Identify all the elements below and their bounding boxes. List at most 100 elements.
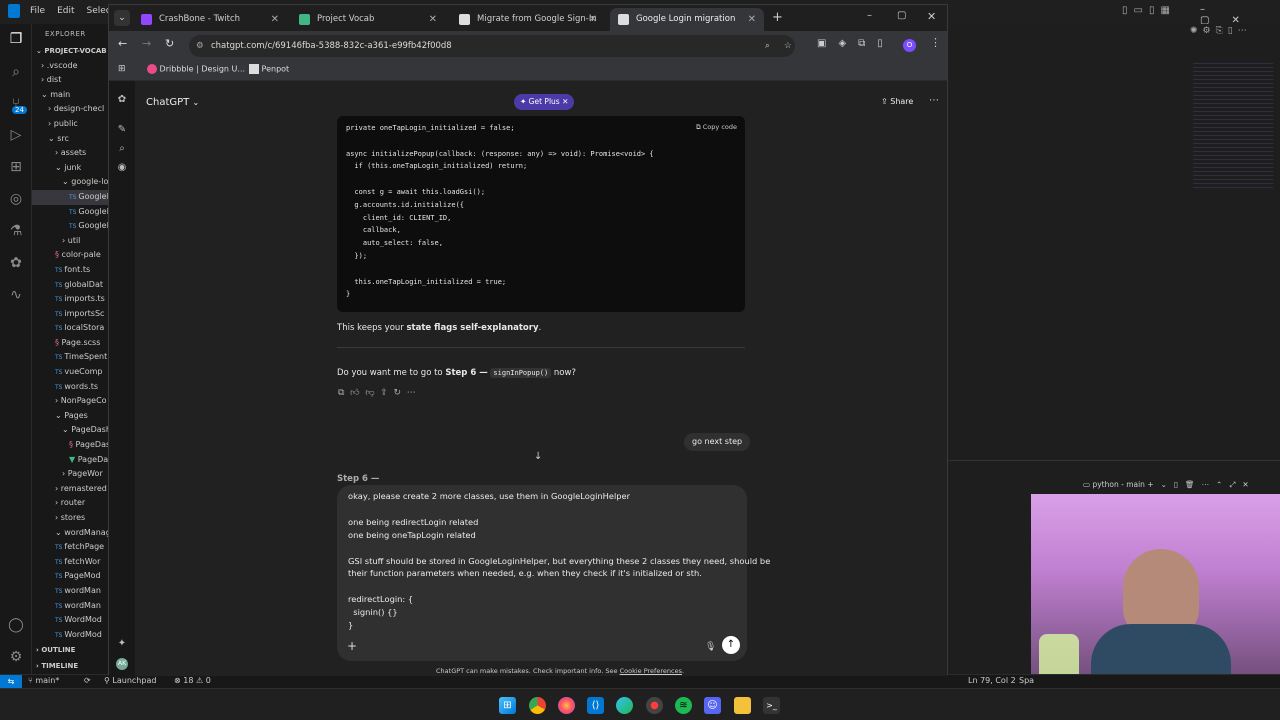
conversation-options-icon[interactable]: ⋯ <box>929 95 939 106</box>
account-icon[interactable]: ◯ <box>7 616 25 634</box>
openai-logo-icon[interactable]: ✿ <box>116 94 128 106</box>
remote-indicator[interactable]: ⇆ <box>0 675 22 689</box>
explorer-icon[interactable]: ❐ <box>7 30 25 48</box>
scroll-down-icon[interactable]: ↓ <box>534 451 542 462</box>
extension-icons[interactable]: ▣◈⧉▯ <box>817 38 895 49</box>
tree-item[interactable]: › remastered <box>32 482 110 497</box>
firefox-taskbar-icon[interactable] <box>558 697 575 714</box>
browser-tab[interactable]: Migrate from Google Sign-In ✕ <box>451 8 605 31</box>
bookmark-star-icon[interactable]: ☆ <box>784 35 792 57</box>
tree-item[interactable]: TS localStora <box>32 321 110 336</box>
sync-icon[interactable]: ⟳ <box>84 676 91 685</box>
vscode-taskbar-icon[interactable]: ⟨⟩ <box>587 697 604 714</box>
window-controls[interactable]: –▢✕ <box>1200 4 1280 26</box>
tree-item[interactable]: § Page.scss <box>32 336 110 351</box>
launchpad-item[interactable]: ⚲ Launchpad <box>104 676 156 685</box>
zoom-icon[interactable]: ⌕ <box>765 35 770 57</box>
tree-item[interactable]: › .vscode <box>32 59 110 74</box>
library-icon[interactable]: ◉ <box>116 162 128 174</box>
branch-indicator[interactable]: ⑂ main* <box>28 676 59 685</box>
recorder-taskbar-icon[interactable]: ● <box>646 697 663 714</box>
new-chat-icon[interactable]: ✎ <box>116 124 128 136</box>
user-avatar[interactable]: AK <box>116 658 128 670</box>
maximize-button[interactable]: ▢ <box>897 10 906 21</box>
minimize-button[interactable]: – <box>867 10 872 21</box>
tree-item[interactable]: TS wordMan <box>32 584 110 599</box>
tree-item[interactable]: TS font.ts <box>32 263 110 278</box>
tree-item[interactable]: › NonPageCo <box>32 394 110 409</box>
cookie-preferences-link[interactable]: Cookie Preferences <box>620 667 682 675</box>
tree-item[interactable]: ⌄ wordManag <box>32 526 110 541</box>
browser-tab[interactable]: CrashBone - Twitch ✕ <box>133 8 287 31</box>
attach-plus-button[interactable]: + <box>347 639 357 653</box>
close-window-button[interactable]: ✕ <box>927 10 936 23</box>
tree-item[interactable]: TS globalDat <box>32 278 110 293</box>
search-chats-icon[interactable]: ⌕ <box>116 143 128 155</box>
profile-avatar[interactable]: O <box>903 39 916 52</box>
settings-gear-icon[interactable]: ⚙ <box>7 648 25 666</box>
tree-item[interactable]: ⌄ google-lo <box>32 175 110 190</box>
share-button[interactable]: ⇪ Share <box>881 97 913 106</box>
discord-taskbar-icon[interactable]: ☺ <box>704 697 721 714</box>
tree-item[interactable]: TS fetchPage <box>32 540 110 555</box>
back-button[interactable]: ← <box>118 37 127 50</box>
thumbs-down-icon[interactable]: 👎︎ <box>365 388 374 398</box>
wave-icon[interactable]: ∿ <box>7 286 25 304</box>
menu-file[interactable]: File <box>30 6 45 16</box>
regenerate-icon[interactable]: ↻ <box>393 388 401 398</box>
bookmark-dribbble[interactable]: Dribbble | Design U... <box>147 64 245 74</box>
thumbs-up-icon[interactable]: 👍︎ <box>350 388 359 398</box>
tab-close-icon[interactable]: ✕ <box>271 8 279 31</box>
search-icon[interactable]: ⌕ <box>7 63 25 81</box>
tab-search-chevron-icon[interactable]: ⌄ <box>114 10 130 26</box>
tree-item[interactable]: TS TimeSpent <box>32 350 110 365</box>
tree-item[interactable]: TS GoogleL <box>32 205 110 220</box>
apps-grid-icon[interactable]: ⊞ <box>118 64 126 74</box>
tree-item[interactable]: › assets <box>32 146 110 161</box>
tree-item[interactable]: ⌄ main <box>32 88 110 103</box>
browser-tab[interactable]: Project Vocab ✕ <box>291 8 445 31</box>
tree-item[interactable]: ⌄ PageDash <box>32 423 110 438</box>
tree-item[interactable]: TS imports.ts <box>32 292 110 307</box>
model-selector[interactable]: ChatGPT ⌄ <box>146 97 199 108</box>
message-composer[interactable]: okay, please create 2 more classes, use … <box>337 485 770 661</box>
send-button[interactable]: ↑ <box>722 636 740 654</box>
more-icon[interactable]: ⋯ <box>407 388 416 398</box>
tree-item[interactable]: ⌄ src <box>32 132 110 147</box>
indent-indicator[interactable]: Spa <box>1019 676 1034 685</box>
tree-item[interactable]: TS wordMan <box>32 599 110 614</box>
timeline-section[interactable]: › TIMELINE <box>32 659 78 673</box>
run-debug-icon[interactable]: ▷ <box>7 126 25 144</box>
microphone-icon[interactable]: 🎙︎ <box>705 642 716 652</box>
upgrade-icon[interactable]: ✦ <box>116 638 128 650</box>
reload-button[interactable]: ↻ <box>165 37 174 50</box>
copy-code-button[interactable]: ⧉ Copy code <box>696 123 737 132</box>
tree-item[interactable]: ⌄ junk <box>32 161 110 176</box>
testing-icon[interactable]: ⚗ <box>7 222 25 240</box>
start-button-icon[interactable]: ⊞ <box>499 697 516 714</box>
tree-item[interactable]: TS GoogleL <box>32 219 110 234</box>
spotify-taskbar-icon[interactable]: ≋ <box>675 697 692 714</box>
chrome-menu-icon[interactable]: ⋮ <box>930 36 941 49</box>
terminal-actions[interactable]: +⌄▯🗑⋯⌃⤢✕ <box>1147 480 1255 489</box>
tree-item[interactable]: TS GoogleL <box>32 189 110 205</box>
tree-item[interactable]: § PageDas <box>32 438 110 453</box>
address-bar[interactable]: ⚙ chatgpt.com/c/69146fba-5388-832c-a361-… <box>189 35 795 57</box>
menu-edit[interactable]: Edit <box>57 6 74 16</box>
layout-icons[interactable]: ▯▭▯▦ <box>1122 5 1176 16</box>
tree-item[interactable]: ⌄ Pages <box>32 409 110 424</box>
tree-item[interactable]: TS fetchWor <box>32 555 110 570</box>
copy-icon[interactable]: ⧉ <box>338 388 344 398</box>
extensions-icon[interactable]: ⊞ <box>7 158 25 176</box>
tree-item[interactable]: › PageWor <box>32 467 110 482</box>
tab-close-icon[interactable]: ✕ <box>429 8 437 31</box>
tree-item[interactable]: TS WordMod <box>32 613 110 628</box>
tree-item[interactable]: § color-pale <box>32 248 110 263</box>
share-message-icon[interactable]: ⇪ <box>380 388 388 398</box>
problems-indicator[interactable]: ⊗ 18 ⚠ 0 <box>174 676 211 685</box>
cursor-position[interactable]: Ln 79, Col 2 <box>968 676 1016 685</box>
project-root[interactable]: ⌄ PROJECT-VOCAB <box>32 44 110 59</box>
tab-close-icon[interactable]: ✕ <box>589 8 597 31</box>
tree-item[interactable]: › design-checl <box>32 102 110 117</box>
forward-button[interactable]: → <box>142 37 151 50</box>
